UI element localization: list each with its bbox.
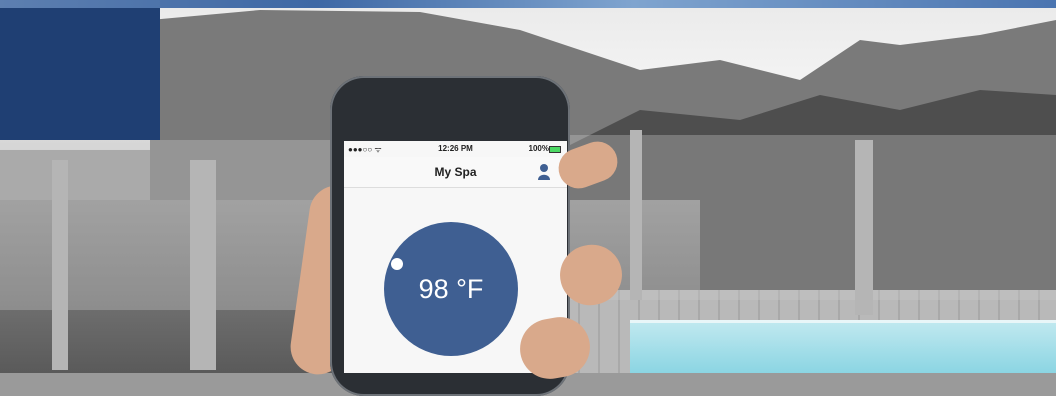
glass-railing-right bbox=[570, 135, 1056, 300]
glass-railing-left bbox=[0, 140, 330, 310]
railing-post bbox=[190, 160, 216, 370]
battery-icon bbox=[549, 146, 561, 153]
top-band bbox=[0, 0, 1056, 8]
railing-post bbox=[630, 130, 642, 300]
railing-post bbox=[52, 160, 68, 370]
dial-handle[interactable] bbox=[391, 258, 403, 270]
blue-wall bbox=[0, 8, 160, 140]
status-bar: ●●●○○ ᯤ 12:26 PM 100% bbox=[344, 141, 567, 157]
temperature-dial[interactable]: 98 °F bbox=[384, 222, 518, 356]
page-title: My Spa bbox=[434, 165, 477, 179]
temperature-value: 98 °F bbox=[418, 274, 484, 304]
user-icon[interactable] bbox=[537, 163, 551, 181]
pool bbox=[630, 320, 1056, 373]
status-battery: 100% bbox=[528, 144, 549, 153]
nav-bar: My Spa bbox=[344, 157, 567, 188]
railing-post bbox=[855, 140, 873, 315]
